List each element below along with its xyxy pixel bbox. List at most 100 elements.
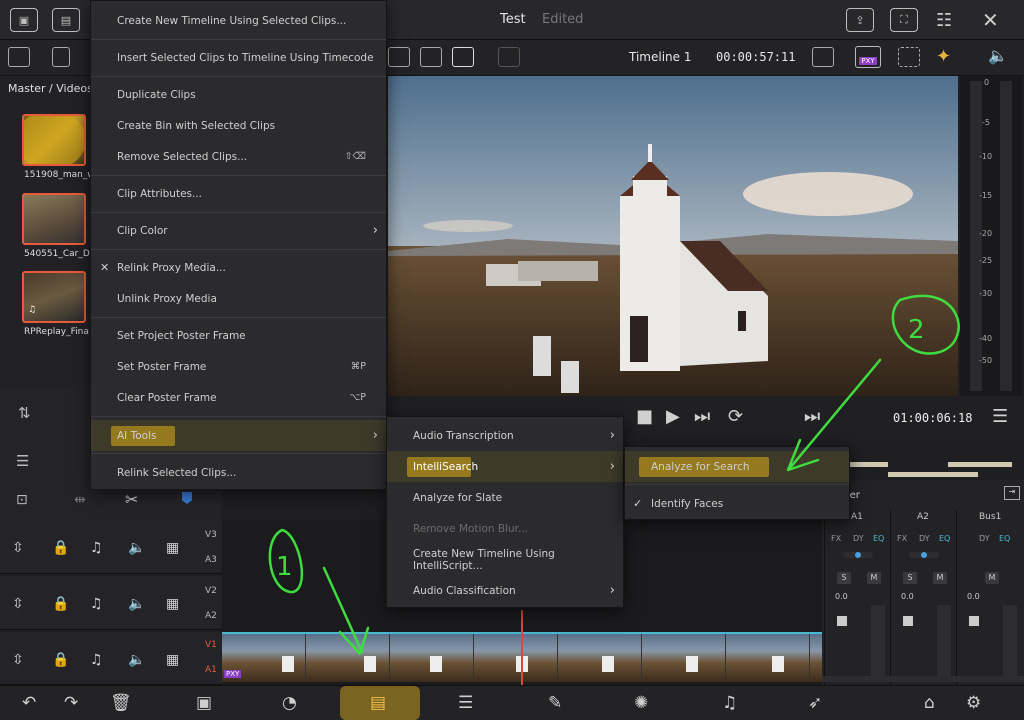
effects-icon[interactable]: ▤	[52, 8, 80, 32]
fast-forward-button[interactable]: ⏭	[694, 406, 710, 427]
track-height-icon[interactable]: ⇳	[12, 540, 24, 556]
clip-thumbnail-2[interactable]	[22, 193, 86, 245]
cut-page-icon[interactable]: ◔	[282, 693, 297, 713]
speaker-icon[interactable]: 🔈	[128, 596, 145, 612]
timeline-name[interactable]: Timeline 1	[629, 50, 691, 64]
menu-item-clear-poster[interactable]: Clear Poster Frame ⌥P	[91, 382, 386, 413]
blade-icon[interactable]: ✂	[125, 490, 138, 509]
music-page-icon[interactable]: ♫	[722, 693, 737, 713]
ai-magic-icon[interactable]: ✦	[936, 46, 951, 67]
split-view-icon[interactable]	[498, 47, 520, 67]
options-menu-icon[interactable]: ☰	[992, 406, 1008, 427]
film-icon[interactable]: ▦	[166, 596, 179, 612]
panel-toggle-icon[interactable]	[8, 47, 30, 67]
viewer[interactable]	[388, 76, 958, 396]
track-row[interactable]: ⇳ 🔒 ♫ 🔈 ▦ V1 A1	[0, 632, 222, 685]
next-clip-button[interactable]: ⏭	[804, 406, 820, 427]
mixer-collapse-icon[interactable]: ⇥	[1004, 486, 1020, 500]
eq-button[interactable]: EQ	[939, 534, 950, 543]
clip-thumbnail-3[interactable]: ♫	[22, 271, 86, 323]
audio-tool-icon[interactable]: ⇅	[18, 404, 31, 422]
settings-gear-icon[interactable]: ⚙	[966, 693, 981, 713]
trash-icon[interactable]: 🗑	[110, 693, 132, 713]
trim-icon[interactable]: ⇹	[74, 492, 86, 508]
sliders-icon[interactable]: ☷	[936, 10, 952, 31]
volume-icon[interactable]: 🔈	[988, 46, 1008, 65]
pan-control[interactable]	[843, 552, 873, 558]
menu-item-analyze-slate[interactable]: Analyze for Slate	[387, 482, 623, 513]
safe-area-icon[interactable]	[812, 47, 834, 67]
menu-item-intelliscript[interactable]: Create New Timeline Using IntelliScript.…	[387, 544, 623, 575]
dynamics-button[interactable]: DY	[979, 534, 990, 543]
fullscreen-icon[interactable]: ⛶	[890, 8, 918, 32]
edit-page-icon[interactable]: ▤	[370, 693, 386, 713]
track-row[interactable]: ⇳ 🔒 ♫ 🔈 ▦ V3 A3	[0, 520, 222, 574]
menu-item-set-poster[interactable]: Set Poster Frame ⌘P	[91, 351, 386, 382]
headphones-icon[interactable]: ♫	[90, 652, 103, 668]
headphones-icon[interactable]: ♫	[90, 540, 103, 556]
track-row[interactable]: ⇳ 🔒 ♫ 🔈 ▦ V2 A2	[0, 576, 222, 630]
clip-mode-icon[interactable]: ⊡	[16, 492, 28, 508]
stop-button[interactable]: ■	[636, 406, 653, 427]
lock-icon[interactable]: 🔒	[52, 596, 69, 612]
clip-view-icon[interactable]	[420, 47, 442, 67]
menu-item-ai-tools[interactable]: AI Tools ›	[91, 420, 386, 451]
mute-button[interactable]: M	[933, 572, 947, 584]
mute-button[interactable]: M	[985, 572, 999, 584]
fusion-page-icon[interactable]: ☰	[458, 693, 473, 713]
menu-item-intellisearch[interactable]: IntelliSearch ›	[387, 451, 623, 482]
menu-item-unlink-proxy[interactable]: Unlink Proxy Media	[91, 283, 386, 314]
breadcrumb[interactable]: Master / Videos	[8, 82, 93, 95]
menu-item-audio-transcription[interactable]: Audio Transcription ›	[387, 420, 623, 451]
media-page-icon[interactable]: ▣	[196, 693, 212, 713]
loop-button[interactable]: ⟳	[728, 406, 743, 427]
share-icon[interactable]: ⇪	[846, 8, 874, 32]
menu-item-project-poster[interactable]: Set Project Poster Frame	[91, 320, 386, 351]
menu-item-remove-motion-blur[interactable]: Remove Motion Blur...	[387, 513, 623, 544]
media-pool-icon[interactable]: ▣	[10, 8, 38, 32]
menu-item-audio-classification[interactable]: Audio Classification ›	[387, 575, 623, 606]
fader-handle[interactable]	[837, 616, 847, 626]
pan-control[interactable]	[909, 552, 939, 558]
fader-handle[interactable]	[903, 616, 913, 626]
menu-item-insert-clips[interactable]: Insert Selected Clips to Timeline Using …	[91, 42, 386, 73]
speaker-icon[interactable]: 🔈	[128, 540, 145, 556]
document-icon[interactable]	[52, 47, 70, 67]
track-height-icon[interactable]: ⇳	[12, 652, 24, 668]
tools-icon[interactable]: ✕	[982, 8, 999, 32]
speaker-icon[interactable]: 🔈	[128, 652, 145, 668]
headphones-icon[interactable]: ♫	[90, 596, 103, 612]
lock-icon[interactable]: 🔒	[52, 652, 69, 668]
play-button[interactable]: ▶	[666, 406, 680, 427]
menu-item-create-bin[interactable]: Create Bin with Selected Clips	[91, 110, 386, 141]
deliver-page-icon[interactable]: ➶	[808, 693, 822, 713]
proxy-toggle[interactable]: PXY	[855, 46, 881, 68]
menu-item-identify-faces[interactable]: ✓ Identify Faces	[625, 488, 849, 519]
fader-handle[interactable]	[969, 616, 979, 626]
menu-item-clip-color[interactable]: Clip Color ›	[91, 215, 386, 246]
fx-button[interactable]: FX	[897, 534, 907, 543]
track-height-icon[interactable]: ⇳	[12, 596, 24, 612]
dynamics-button[interactable]: DY	[919, 534, 930, 543]
clip-thumbnail-1[interactable]	[22, 114, 86, 166]
eq-button[interactable]: EQ	[999, 534, 1010, 543]
menu-item-relink-proxy[interactable]: ✕ Relink Proxy Media...	[91, 252, 386, 283]
mixer-scrollbar[interactable]	[822, 676, 1024, 682]
dynamics-button[interactable]: DY	[853, 534, 864, 543]
menu-item-clip-attributes[interactable]: Clip Attributes...	[91, 178, 386, 209]
list-check-icon[interactable]: ☰	[16, 452, 29, 470]
eq-button[interactable]: EQ	[873, 534, 884, 543]
fx-button[interactable]: FX	[831, 534, 841, 543]
home-icon[interactable]: ⌂	[924, 693, 935, 713]
fairlight-page-icon[interactable]: ✺	[634, 693, 648, 713]
film-icon[interactable]: ▦	[166, 540, 179, 556]
film-icon[interactable]: ▦	[166, 652, 179, 668]
menu-item-analyze-search[interactable]: Analyze for Search	[625, 451, 849, 482]
menu-item-create-timeline[interactable]: Create New Timeline Using Selected Clips…	[91, 5, 386, 36]
undo-icon[interactable]: ↶	[22, 693, 36, 713]
menu-item-relink-clips[interactable]: Relink Selected Clips...	[91, 457, 386, 488]
grid-view-icon[interactable]	[452, 47, 474, 67]
solo-button[interactable]: S	[903, 572, 917, 584]
redo-icon[interactable]: ↷	[64, 693, 78, 713]
mute-button[interactable]: M	[867, 572, 881, 584]
